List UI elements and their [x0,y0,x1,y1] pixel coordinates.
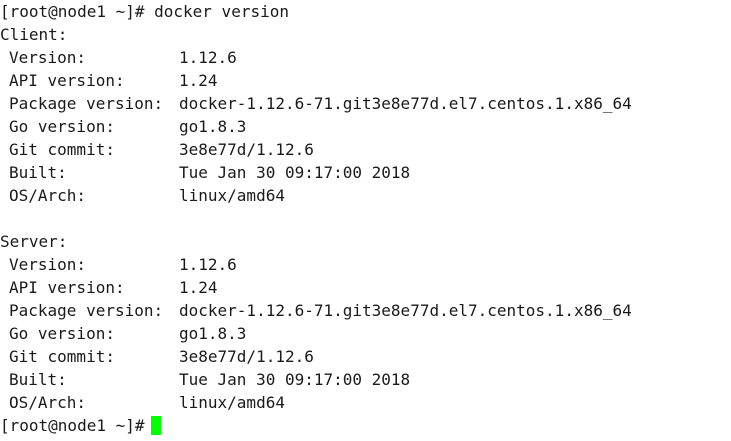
field-value: docker-1.12.6-71.git3e8e77d.el7.centos.1… [179,94,632,113]
field-value: go1.8.3 [179,117,247,136]
field-value: 3e8e77d/1.12.6 [179,347,314,366]
field-value: Tue Jan 30 09:17:00 2018 [179,370,411,389]
field-key: Package version: [9,301,164,320]
server-built-row: Built: Tue Jan 30 09:17:00 2018 [0,368,731,391]
field-key: Version: [9,48,87,67]
field-value: 1.12.6 [179,255,237,274]
command-line: [root@node1 ~]# docker version [0,2,289,21]
field-key: API version: [9,71,125,90]
server-git-commit-row: Git commit: 3e8e77d/1.12.6 [0,345,731,368]
field-value: 3e8e77d/1.12.6 [179,140,314,159]
field-key: OS/Arch: [9,186,87,205]
client-version-row: Version: 1.12.6 [0,46,731,69]
client-built-row: Built: Tue Jan 30 09:17:00 2018 [0,161,731,184]
server-go-version-row: Go version: go1.8.3 [0,322,731,345]
field-key: Go version: [9,324,115,343]
field-key: Go version: [9,117,115,136]
field-key: Git commit: [9,140,115,159]
field-value: 1.24 [179,71,218,90]
field-key: OS/Arch: [9,393,87,412]
field-value: linux/amd64 [179,186,285,205]
prompt-line[interactable]: [root@node1 ~]# [0,414,731,437]
client-os-arch-row: OS/Arch: linux/amd64 [0,184,731,207]
field-value: 1.24 [179,278,218,297]
shell-prompt: [root@node1 ~]# [0,416,145,435]
client-git-commit-row: Git commit: 3e8e77d/1.12.6 [0,138,731,161]
server-api-version-row: API version: 1.24 [0,276,731,299]
field-value: go1.8.3 [179,324,247,343]
field-value: docker-1.12.6-71.git3e8e77d.el7.centos.1… [179,301,632,320]
field-value: 1.12.6 [179,48,237,67]
field-key: Package version: [9,94,164,113]
terminal-window[interactable]: [root@node1 ~]# docker version Client: V… [0,0,731,441]
server-version-row: Version: 1.12.6 [0,253,731,276]
server-os-arch-row: OS/Arch: linux/amd64 [0,391,731,414]
client-heading: Client: [0,25,68,44]
server-heading: Server: [0,232,68,251]
client-go-version-row: Go version: go1.8.3 [0,115,731,138]
client-api-version-row: API version: 1.24 [0,69,731,92]
field-key: API version: [9,278,125,297]
field-value: Tue Jan 30 09:17:00 2018 [179,163,411,182]
field-key: Built: [9,370,67,389]
field-key: Built: [9,163,67,182]
server-package-version-row: Package version: docker-1.12.6-71.git3e8e… [0,299,731,322]
client-package-version-row: Package version: docker-1.12.6-71.git3e8e… [0,92,731,115]
field-value: linux/amd64 [179,393,285,412]
field-key: Version: [9,255,87,274]
text-cursor [150,416,161,435]
field-key: Git commit: [9,347,115,366]
